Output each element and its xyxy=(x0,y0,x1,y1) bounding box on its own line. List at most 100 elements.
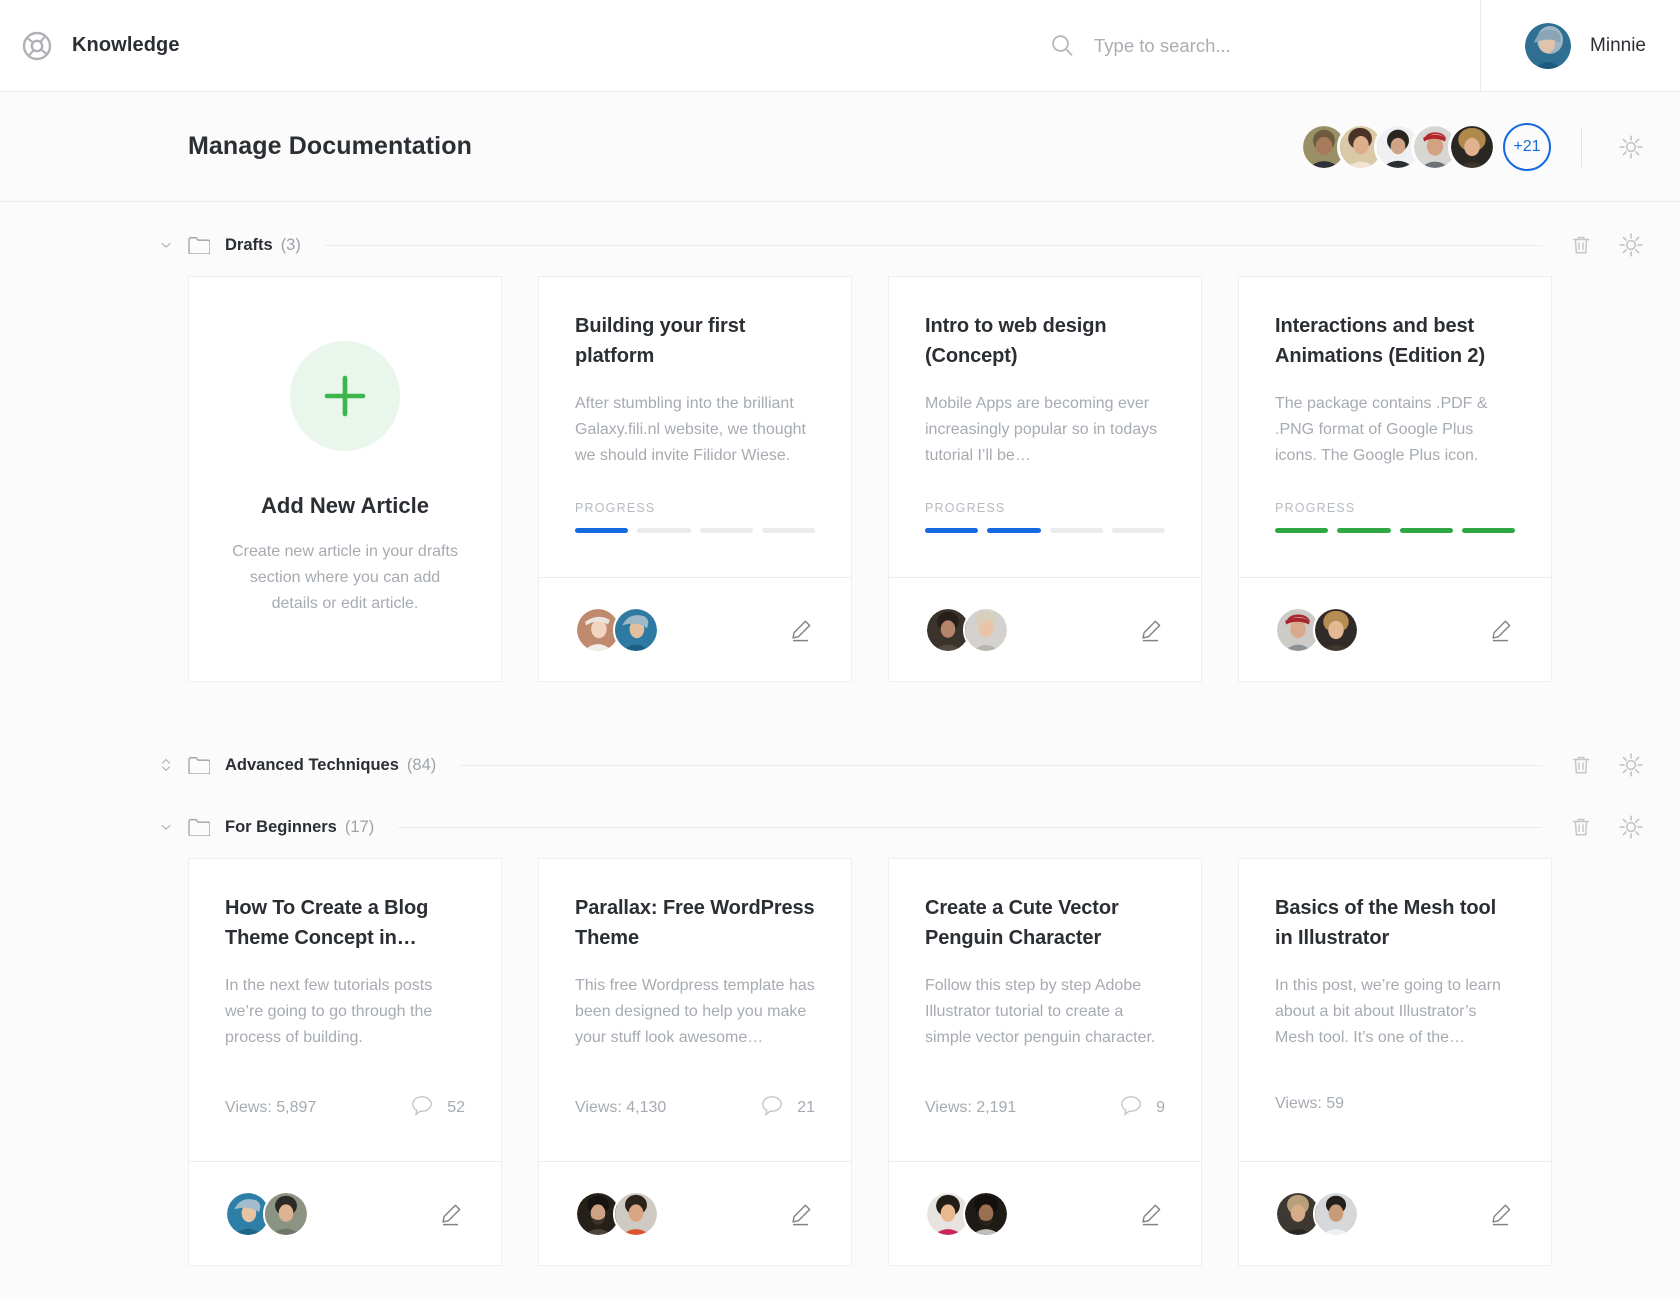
pencil-icon[interactable] xyxy=(1489,617,1515,643)
card-footer xyxy=(539,1161,851,1265)
card-contributors xyxy=(925,607,1009,653)
pencil-icon[interactable] xyxy=(789,1201,815,1227)
pencil-icon[interactable] xyxy=(1139,617,1165,643)
trash-icon[interactable] xyxy=(1568,814,1594,840)
card-body: Intro to web design (Concept) Mobile App… xyxy=(889,277,1201,577)
add-new-article-description: Create new article in your drafts sectio… xyxy=(229,539,461,617)
section-count: (84) xyxy=(407,756,436,775)
card-stats: Views: 59 xyxy=(1275,1095,1515,1141)
avatar xyxy=(1525,23,1571,69)
article-title: Interactions and best Animations (Editio… xyxy=(1275,311,1515,372)
progress-segment xyxy=(700,528,753,533)
article-title: Basics of the Mesh tool in Illustrator xyxy=(1275,893,1515,954)
article-card[interactable]: Parallax: Free WordPress Theme This free… xyxy=(538,858,852,1266)
avatar[interactable] xyxy=(963,1191,1009,1237)
card-footer xyxy=(539,577,851,681)
avatar[interactable] xyxy=(1313,1191,1359,1237)
progress-label: PROGRESS xyxy=(925,501,1165,515)
card-footer xyxy=(1239,577,1551,681)
progress-segment xyxy=(1275,528,1328,533)
drafts-card-row: Add New Article Create new article in yo… xyxy=(0,276,1680,682)
lifebuoy-icon xyxy=(22,31,52,61)
pencil-icon[interactable] xyxy=(789,617,815,643)
avatar[interactable] xyxy=(1313,607,1359,653)
card-footer xyxy=(889,577,1201,681)
progress-label: PROGRESS xyxy=(575,501,815,515)
progress-label: PROGRESS xyxy=(1275,501,1515,515)
section-title: Drafts xyxy=(225,236,273,255)
section-actions xyxy=(1568,814,1644,840)
gear-icon[interactable] xyxy=(1618,134,1644,160)
pencil-icon[interactable] xyxy=(439,1201,465,1227)
trash-icon[interactable] xyxy=(1568,232,1594,258)
section-title: Advanced Techniques xyxy=(225,756,399,775)
progress-segment xyxy=(637,528,690,533)
page-title: Manage Documentation xyxy=(188,132,472,161)
plus-icon xyxy=(290,341,400,451)
comment-icon xyxy=(1120,1095,1142,1121)
article-description: Follow this step by step Adobe Illustrat… xyxy=(925,973,1165,1051)
comments-stat: 52 xyxy=(411,1095,465,1121)
pencil-icon[interactable] xyxy=(1139,1201,1165,1227)
comment-count: 9 xyxy=(1156,1099,1165,1117)
beginners-card-row: How To Create a Blog Theme Concept in… I… xyxy=(0,858,1680,1266)
article-card[interactable]: Intro to web design (Concept) Mobile App… xyxy=(888,276,1202,682)
collaborators-overflow-badge[interactable]: +21 xyxy=(1503,123,1551,171)
section-rule xyxy=(460,765,1542,766)
content-area: Drafts (3) xyxy=(0,214,1680,1266)
article-card[interactable]: How To Create a Blog Theme Concept in… I… xyxy=(188,858,502,1266)
article-card[interactable]: Create a Cute Vector Penguin Character F… xyxy=(888,858,1202,1266)
gear-icon[interactable] xyxy=(1618,232,1644,258)
article-description: The package contains .PDF & .PNG format … xyxy=(1275,391,1515,469)
avatar[interactable] xyxy=(963,607,1009,653)
page-header: Manage Documentation xyxy=(0,92,1680,202)
pencil-icon[interactable] xyxy=(1489,1201,1515,1227)
avatar[interactable] xyxy=(263,1191,309,1237)
brand-name: Knowledge xyxy=(72,34,180,57)
article-card[interactable]: Basics of the Mesh tool in Illustrator I… xyxy=(1238,858,1552,1266)
brand[interactable]: Knowledge xyxy=(0,31,180,61)
user-menu[interactable]: Minnie xyxy=(1480,0,1680,92)
progress-segment xyxy=(1337,528,1390,533)
section-header-for-beginners[interactable]: For Beginners (17) xyxy=(0,796,1680,858)
search-input[interactable] xyxy=(1094,35,1424,57)
section-header-advanced-techniques[interactable]: Advanced Techniques (84) xyxy=(0,734,1680,796)
chevron-updown-icon[interactable] xyxy=(158,758,174,772)
article-card[interactable]: Building your first platform After stumb… xyxy=(538,276,852,682)
avatar[interactable] xyxy=(613,607,659,653)
progress-bar xyxy=(925,528,1165,561)
card-stats: Views: 5,897 52 xyxy=(225,1095,465,1149)
add-new-article-card[interactable]: Add New Article Create new article in yo… xyxy=(188,276,502,682)
gear-icon[interactable] xyxy=(1618,814,1644,840)
article-description: This free Wordpress template has been de… xyxy=(575,973,815,1051)
gear-icon[interactable] xyxy=(1618,752,1644,778)
article-card[interactable]: Interactions and best Animations (Editio… xyxy=(1238,276,1552,682)
avatar[interactable] xyxy=(1448,123,1496,171)
chevron-down-icon[interactable] xyxy=(158,242,174,248)
card-contributors xyxy=(575,1191,659,1237)
progress-segment xyxy=(1050,528,1103,533)
avatar[interactable] xyxy=(613,1191,659,1237)
progress-segment xyxy=(1400,528,1453,533)
trash-icon[interactable] xyxy=(1568,752,1594,778)
progress-segment xyxy=(1462,528,1515,533)
search-icon xyxy=(1051,34,1074,57)
card-contributors xyxy=(1275,1191,1359,1237)
progress-segment xyxy=(1112,528,1165,533)
article-description: After stumbling into the brilliant Galax… xyxy=(575,391,815,469)
card-body: Building your first platform After stumb… xyxy=(539,277,851,577)
progress-segment xyxy=(987,528,1040,533)
views-count: Views: 4,130 xyxy=(575,1099,666,1117)
search-bar[interactable] xyxy=(1051,34,1480,57)
section-rule xyxy=(398,827,1542,828)
article-description: In the next few tutorials posts we’re go… xyxy=(225,973,465,1051)
section-header-drafts[interactable]: Drafts (3) xyxy=(0,214,1680,276)
article-title: Intro to web design (Concept) xyxy=(925,311,1165,372)
card-footer xyxy=(1239,1161,1551,1265)
folder-icon xyxy=(188,756,210,774)
chevron-down-icon[interactable] xyxy=(158,824,174,830)
card-contributors xyxy=(925,1191,1009,1237)
progress-bar xyxy=(575,528,815,561)
collaborator-avatars[interactable]: +21 xyxy=(1300,123,1551,171)
article-description: In this post, we’re going to learn about… xyxy=(1275,973,1515,1051)
